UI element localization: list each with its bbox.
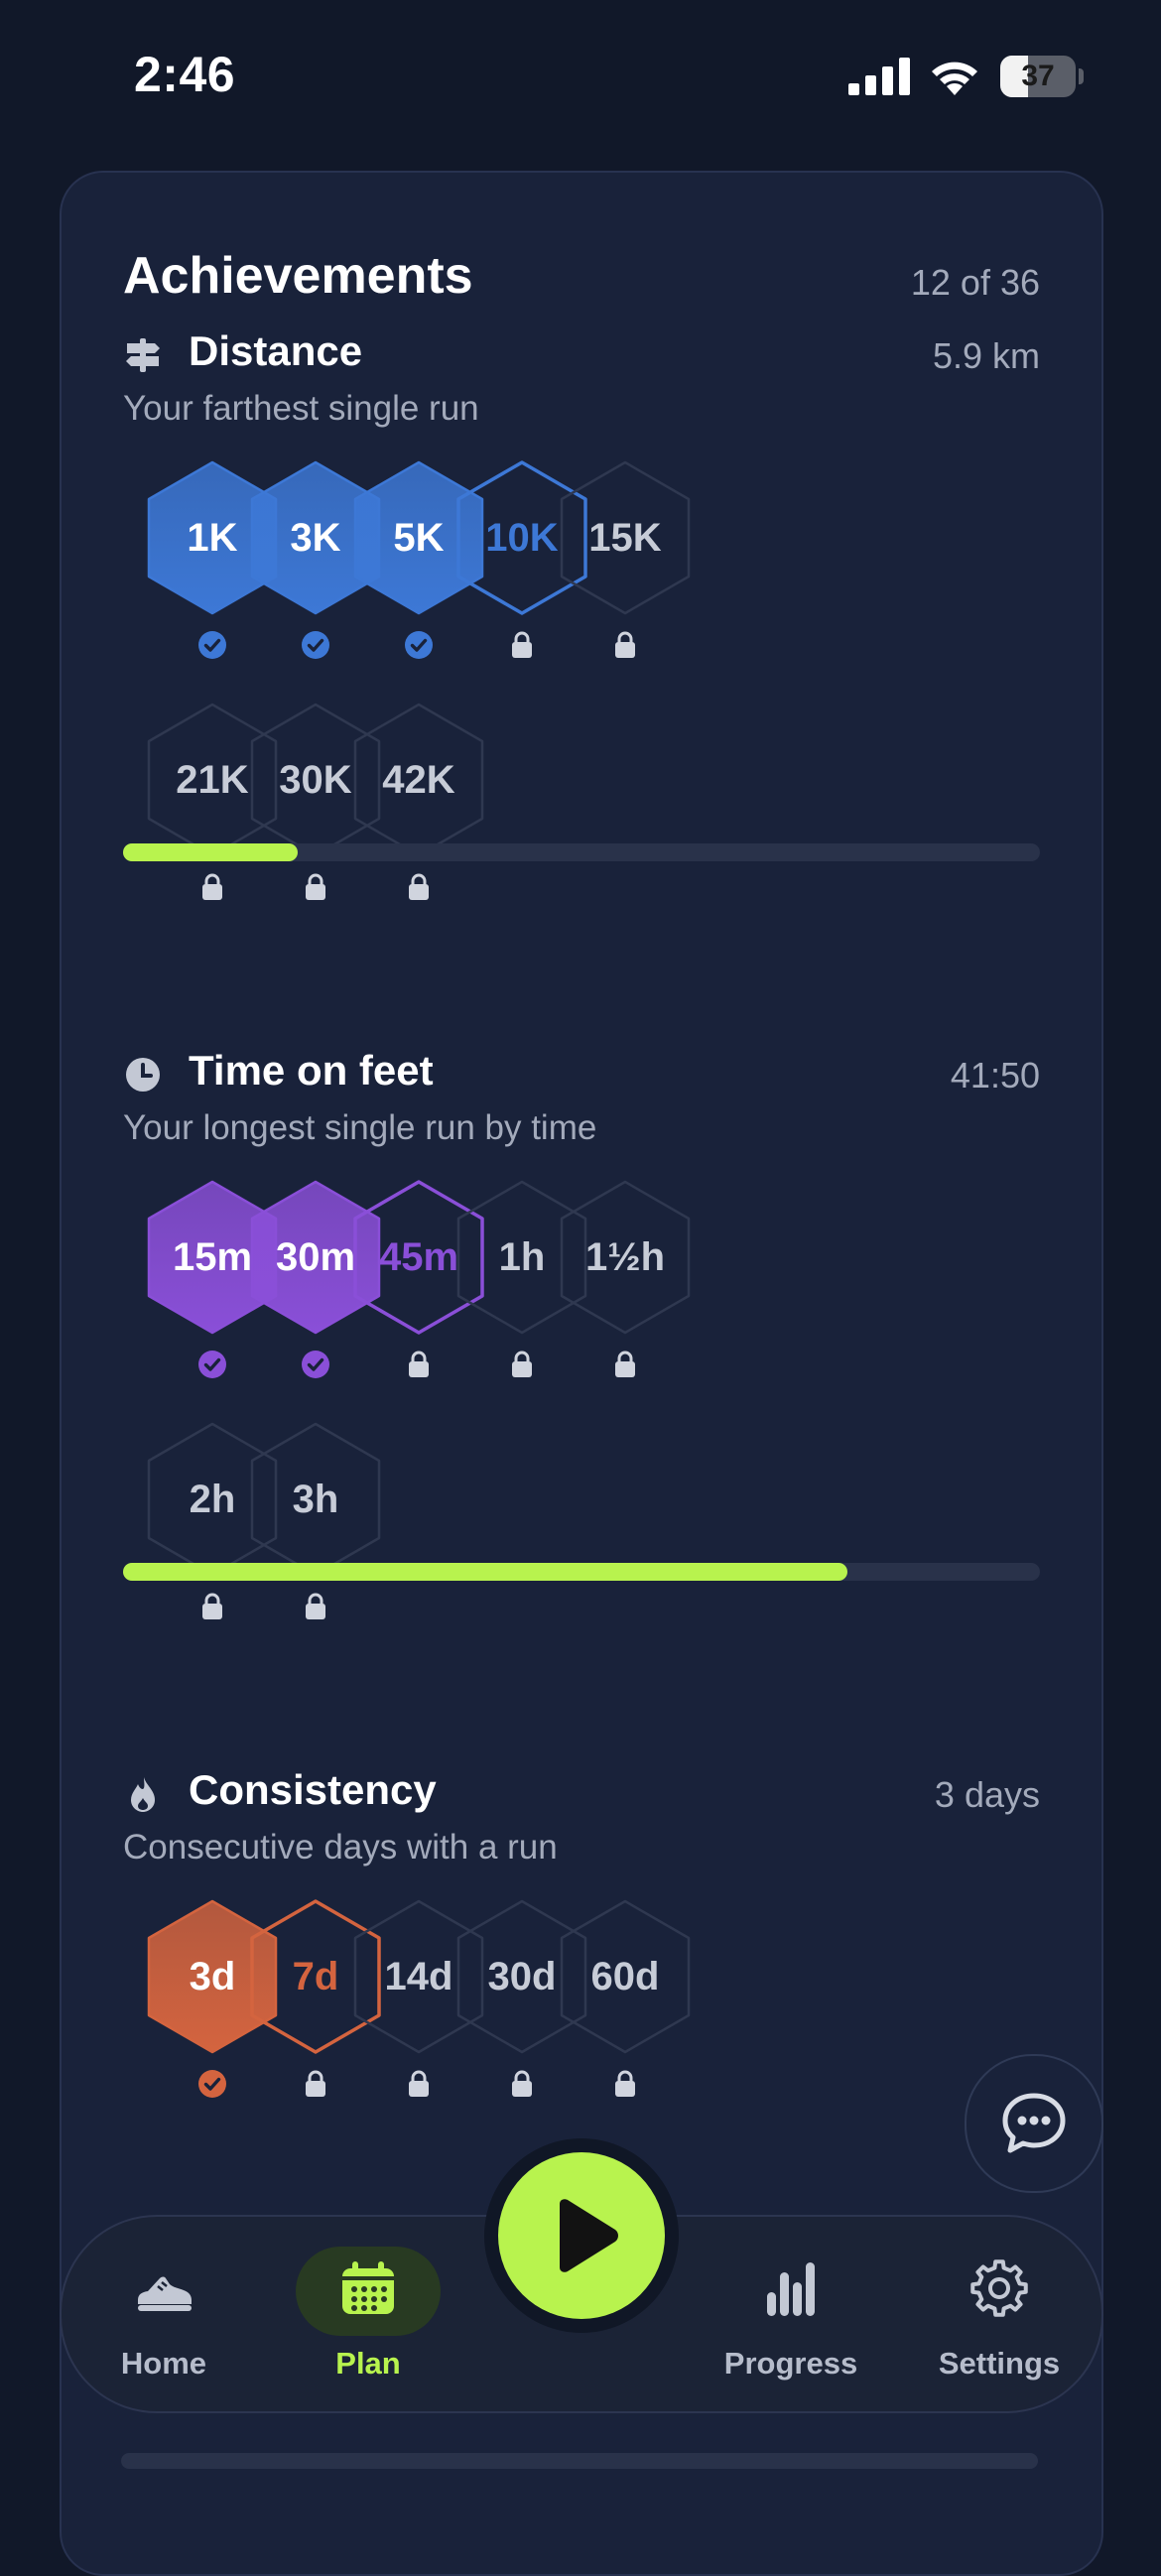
achievements-count: 12 of 36	[910, 262, 1040, 303]
lock-icon	[615, 1351, 635, 1377]
lock-icon	[306, 873, 325, 900]
sneaker-icon	[138, 2276, 192, 2311]
lock-icon	[409, 1351, 429, 1377]
badge-1-halfh[interactable]: 1½h	[556, 1178, 695, 1396]
section-time-on-feet: Time on feet 41:50 Your longest single run…	[62, 1039, 1101, 1674]
section-value: 41:50	[950, 1055, 1040, 1095]
section-title: Time on feet	[189, 1047, 434, 1094]
play-icon	[560, 2199, 618, 2272]
section-subtitle: Your farthest single run	[123, 389, 479, 428]
badge-60d[interactable]: 60d	[556, 1897, 695, 2116]
check-circle-icon	[405, 631, 433, 659]
status-time: 2:46	[134, 47, 236, 102]
cellular-signal-icon	[848, 58, 910, 95]
lock-icon	[409, 873, 429, 900]
bar-chart-icon	[767, 2262, 815, 2316]
calendar-icon	[342, 2261, 394, 2314]
lock-icon	[202, 1593, 222, 1619]
badge-label: 15K	[588, 516, 662, 560]
lock-icon	[306, 1593, 325, 1619]
section-title: Consistency	[189, 1766, 437, 1813]
check-circle-icon	[198, 1351, 226, 1378]
section-value: 3 days	[934, 1774, 1040, 1815]
lock-icon	[615, 2070, 635, 2097]
section-progress-fill	[123, 843, 298, 861]
nav-plan[interactable]: Plan	[296, 2217, 441, 2411]
section-progress-fill	[123, 1563, 847, 1581]
check-circle-icon	[198, 631, 226, 659]
nav-settings[interactable]: Settings	[925, 2217, 1074, 2411]
nav-home[interactable]: Home	[97, 2217, 230, 2411]
lock-icon	[512, 2070, 532, 2097]
wifi-icon	[932, 62, 977, 95]
check-circle-icon	[302, 631, 329, 659]
gear-icon	[970, 2259, 1028, 2317]
lock-icon	[615, 631, 635, 658]
section-progress-bar	[123, 843, 1040, 861]
nav-home-label: Home	[120, 2346, 207, 2381]
battery-icon: 37	[1000, 56, 1084, 97]
lock-icon	[202, 873, 222, 900]
battery-level: 37	[1021, 60, 1055, 92]
badge-42k[interactable]: 42K	[349, 701, 488, 919]
signpost-icon	[126, 338, 160, 372]
chat-bubble-icon	[1002, 2093, 1066, 2153]
lock-icon	[512, 631, 532, 658]
section-subtitle: Consecutive days with a run	[123, 1828, 558, 1867]
lock-icon	[409, 2070, 429, 2097]
badge-15k[interactable]: 15K	[556, 458, 695, 677]
flame-icon	[131, 1777, 155, 1812]
check-circle-icon	[198, 2070, 226, 2098]
clock-icon	[126, 1058, 160, 1092]
badge-label: 60d	[590, 1955, 660, 1998]
section-progress-bar	[123, 1563, 1040, 1581]
lock-icon	[512, 1351, 532, 1377]
badge-3h[interactable]: 3h	[246, 1420, 385, 1638]
nav-settings-label: Settings	[938, 2346, 1061, 2381]
badge-label: 3h	[292, 1478, 339, 1521]
section-title: Distance	[189, 327, 363, 374]
start-run-button[interactable]	[498, 2152, 665, 2319]
nav-plan-label: Plan	[335, 2346, 401, 2381]
next-section-progress-track	[121, 2453, 1038, 2469]
nav-progress-label: Progress	[723, 2346, 858, 2381]
badge-label: 1½h	[584, 1235, 666, 1279]
section-subtitle: Your longest single run by time	[123, 1108, 597, 1147]
lock-icon	[306, 2070, 325, 2097]
badge-label: 42K	[382, 758, 455, 802]
section-distance: Distance 5.9 km Your farthest single run 1K…	[62, 320, 1101, 955]
check-circle-icon	[302, 1351, 329, 1378]
nav-progress[interactable]: Progress	[716, 2217, 865, 2411]
card-title: Achievements	[123, 247, 473, 305]
section-value: 5.9 km	[932, 335, 1040, 376]
status-bar: 2:46 37	[0, 0, 1161, 159]
chat-button[interactable]	[965, 2054, 1103, 2193]
